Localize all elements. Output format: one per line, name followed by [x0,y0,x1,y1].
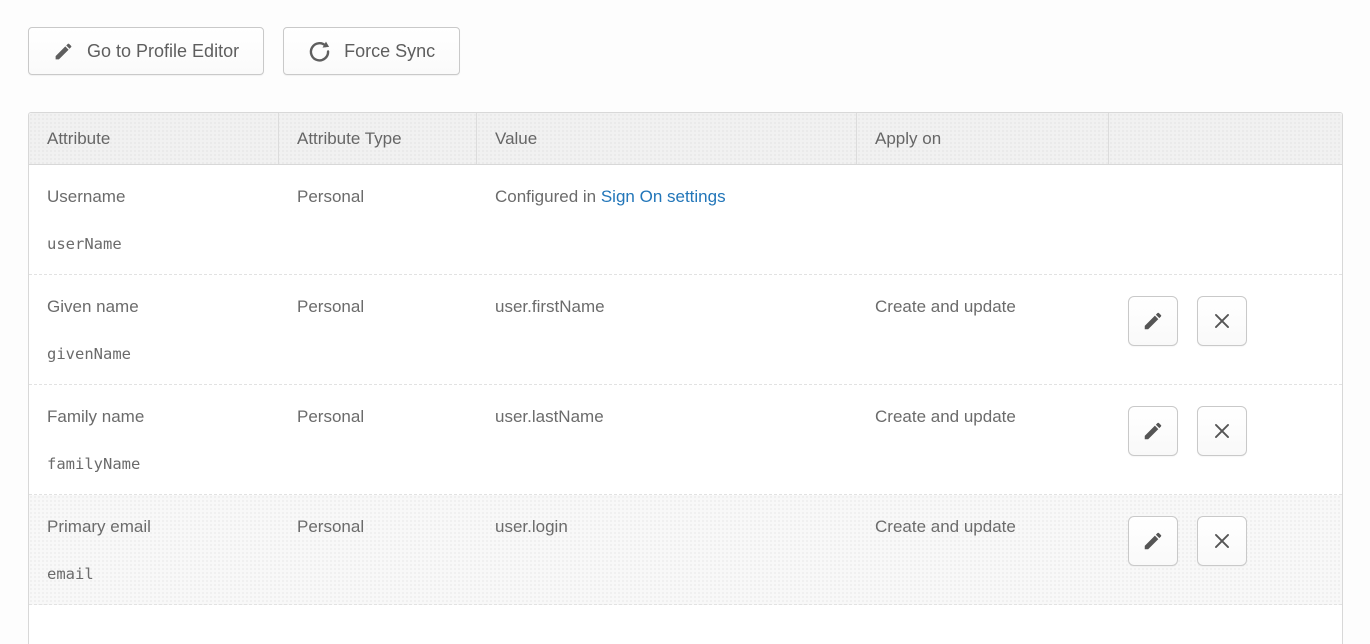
attribute-label: Primary email [47,517,269,537]
apply-on-cell: Create and update [857,275,1109,384]
value-cell: user.firstName [477,275,857,384]
attribute-cell: Given name givenName [29,275,279,384]
attribute-type-cell: Personal [279,165,477,274]
attribute-variable-name: familyName [47,454,269,474]
x-icon [1211,420,1233,442]
attribute-cell: Username userName [29,165,279,274]
attribute-variable-name: userName [47,234,269,254]
table-body: Username userName Personal Configured in… [29,165,1342,605]
edit-attribute-button[interactable] [1128,296,1178,346]
go-to-profile-editor-button[interactable]: Go to Profile Editor [28,27,264,75]
column-header-attribute: Attribute [29,113,279,164]
actions-cell [1109,495,1342,604]
attribute-type-cell: Personal [279,385,477,494]
attribute-type-cell: Personal [279,275,477,384]
force-sync-label: Force Sync [344,41,435,62]
column-header-value: Value [477,113,857,164]
actions-cell [1109,165,1342,274]
column-header-apply-on: Apply on [857,113,1109,164]
pencil-icon [1142,530,1164,552]
toolbar: Go to Profile Editor Force Sync [0,0,1370,75]
attribute-cell: Family name familyName [29,385,279,494]
value-cell: user.lastName [477,385,857,494]
delete-attribute-button[interactable] [1197,516,1247,566]
attribute-label: Username [47,187,269,207]
column-header-attribute-type: Attribute Type [279,113,477,164]
value-text: user.lastName [495,407,604,426]
force-sync-button[interactable]: Force Sync [283,27,460,75]
apply-on-cell: Create and update [857,385,1109,494]
pencil-icon [1142,420,1164,442]
attribute-cell: Primary email email [29,495,279,604]
table-row-partial [29,605,1342,644]
table-row: Family name familyName Personal user.las… [29,385,1342,495]
pencil-icon [53,41,74,62]
table-row: Username userName Personal Configured in… [29,165,1342,275]
value-cell: Configured in Sign On settings [477,165,857,274]
refresh-icon [308,40,331,63]
delete-attribute-button[interactable] [1197,406,1247,456]
apply-on-cell: Create and update [857,495,1109,604]
sign-on-settings-link[interactable]: Sign On settings [601,187,726,206]
pencil-icon [1142,310,1164,332]
go-to-profile-editor-label: Go to Profile Editor [87,41,239,62]
value-text: user.firstName [495,297,605,316]
edit-attribute-button[interactable] [1128,406,1178,456]
attribute-label: Family name [47,407,269,427]
apply-on-cell [857,165,1109,274]
value-text: user.login [495,517,568,536]
value-text: Configured in [495,187,601,206]
attribute-mappings-table: Attribute Attribute Type Value Apply on … [28,112,1343,644]
actions-cell [1109,275,1342,384]
table-header: Attribute Attribute Type Value Apply on [29,113,1342,165]
delete-attribute-button[interactable] [1197,296,1247,346]
column-header-actions [1109,113,1342,164]
value-cell: user.login [477,495,857,604]
attribute-type-cell: Personal [279,495,477,604]
x-icon [1211,530,1233,552]
actions-cell [1109,385,1342,494]
table-row: Primary email email Personal user.login … [29,495,1342,605]
attribute-variable-name: email [47,564,269,584]
attribute-label: Given name [47,297,269,317]
table-row: Given name givenName Personal user.first… [29,275,1342,385]
x-icon [1211,310,1233,332]
attribute-variable-name: givenName [47,344,269,364]
edit-attribute-button[interactable] [1128,516,1178,566]
